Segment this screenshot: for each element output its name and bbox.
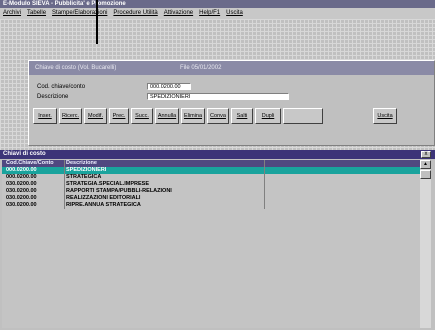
cell-description: RIPRE.ANNUA STRATEGICA (66, 202, 141, 208)
menu-bar: Archivi Tabelle Stampe/Elaborazioni Procedu… (0, 8, 435, 19)
table-row[interactable]: 000.0200.00 SPEDIZIONIERI (2, 167, 420, 174)
column-divider (64, 188, 65, 195)
grid-title-bar: Chiavi di costo (0, 150, 435, 159)
column-divider (64, 181, 65, 188)
scroll-up-arrow-icon[interactable]: ▲ (420, 160, 431, 169)
app-title-bar: E-Modulo SIEVA - Pubblicita' e Promozion… (0, 0, 435, 8)
menu-item-1[interactable]: Tabelle (27, 8, 46, 19)
toolbar-button-0[interactable]: Inser. (33, 108, 57, 124)
column-divider (264, 174, 265, 181)
toolbar-button-2[interactable]: Modif. (84, 108, 107, 124)
toolbar-button-6[interactable]: Elimina (181, 108, 205, 124)
cell-code: 030.0200.00 (6, 188, 37, 194)
toolbar-button-11[interactable]: Uscita (373, 108, 397, 124)
menu-item-6[interactable]: Uscita (226, 8, 243, 19)
cell-description: SPEDIZIONIERI (66, 167, 107, 173)
button-bar: Inser. Ricerc. Modif. Prec. Succ. Annulla Elim… (33, 108, 433, 126)
toolbar-button-5[interactable]: Annulla (155, 108, 179, 124)
toolbar-button-9[interactable]: Dupli (255, 108, 281, 124)
menu-item-5[interactable]: Help/F1 (199, 8, 220, 19)
column-divider (64, 202, 65, 209)
menu-item-4[interactable]: Attivazione (164, 8, 193, 19)
column-header-description[interactable]: Descrizione (66, 160, 97, 167)
cell-description: REALIZZAZIONI EDITORIALI (66, 195, 141, 201)
menu-item-0[interactable]: Archivi (3, 8, 21, 19)
toolbar-button-8[interactable]: Salti (231, 108, 253, 124)
column-divider[interactable] (64, 160, 65, 167)
cell-description: STRATEGIA.SPECIAL.IMPRESE (66, 181, 150, 187)
text-cursor-indicator (96, 0, 98, 44)
form-title-bar: Chiave di costo (Vol. Bucarelli) File 05… (29, 61, 434, 75)
form-subtitle: File 05/01/2002 (180, 65, 222, 71)
table-row[interactable]: 000.0200.00 STRATEGICA (2, 174, 420, 181)
column-divider (264, 188, 265, 195)
cell-code: 030.0200.00 (6, 195, 37, 201)
cell-description: RAPPORTI STAMPA/PUBBLI-RELAZIONI (66, 188, 172, 194)
code-field[interactable]: 000.0200.00 (147, 83, 191, 90)
form-window: Chiave di costo (Vol. Bucarelli) File 05… (28, 60, 435, 146)
grid-window: Chiavi di costo x Cod.Chiave/Conto Descr… (0, 150, 435, 330)
column-divider (264, 167, 265, 174)
close-button[interactable]: x (421, 151, 431, 158)
column-divider (264, 181, 265, 188)
data-grid: Cod.Chiave/Conto Descrizione 000.0200.00… (2, 160, 420, 328)
table-row[interactable]: 030.0200.00 STRATEGIA.SPECIAL.IMPRESE (2, 181, 420, 188)
cell-code: 030.0200.00 (6, 202, 37, 208)
cell-description: STRATEGICA (66, 174, 102, 180)
app-title: E-Modulo SIEVA - Pubblicita' e Promozion… (3, 1, 126, 7)
cell-code: 030.0200.00 (6, 181, 37, 187)
menu-item-2[interactable]: Stampe/Elaborazioni (52, 8, 107, 19)
column-divider (264, 202, 265, 209)
cell-code: 000.0200.00 (6, 167, 37, 173)
toolbar-button-4[interactable]: Succ. (131, 108, 153, 124)
toolbar-button-3[interactable]: Prec. (109, 108, 129, 124)
column-divider (64, 167, 65, 174)
table-row[interactable]: 030.0200.00 RAPPORTI STAMPA/PUBBLI-RELAZI… (2, 188, 420, 195)
column-divider (264, 195, 265, 202)
table-row[interactable]: 030.0200.00 REALIZZAZIONI EDITORIALI (2, 195, 420, 202)
grid-title: Chiavi di costo (3, 151, 46, 157)
column-divider[interactable] (264, 160, 265, 167)
toolbar-button-7[interactable]: Conva (207, 108, 229, 124)
scroll-thumb[interactable] (420, 170, 431, 179)
description-label: Descrizione (37, 94, 69, 100)
column-header-code[interactable]: Cod.Chiave/Conto (6, 160, 54, 167)
toolbar-button-1[interactable]: Ricerc. (59, 108, 82, 124)
menu-item-3[interactable]: Procedure Utilità (113, 8, 157, 19)
form-title: Chiave di costo (Vol. Bucarelli) (35, 65, 117, 71)
vertical-scrollbar[interactable]: ▲ (420, 160, 431, 328)
table-row[interactable]: 030.0200.00 RIPRE.ANNUA STRATEGICA (2, 202, 420, 209)
description-field[interactable]: SPEDIZIONIERI (147, 93, 289, 100)
cell-code: 000.0200.00 (6, 174, 37, 180)
grid-header-row: Cod.Chiave/Conto Descrizione (2, 160, 420, 167)
column-divider (64, 174, 65, 181)
column-divider (64, 195, 65, 202)
toolbar-button-10[interactable] (283, 108, 323, 124)
code-label: Cod. chiave/conto (37, 84, 86, 90)
